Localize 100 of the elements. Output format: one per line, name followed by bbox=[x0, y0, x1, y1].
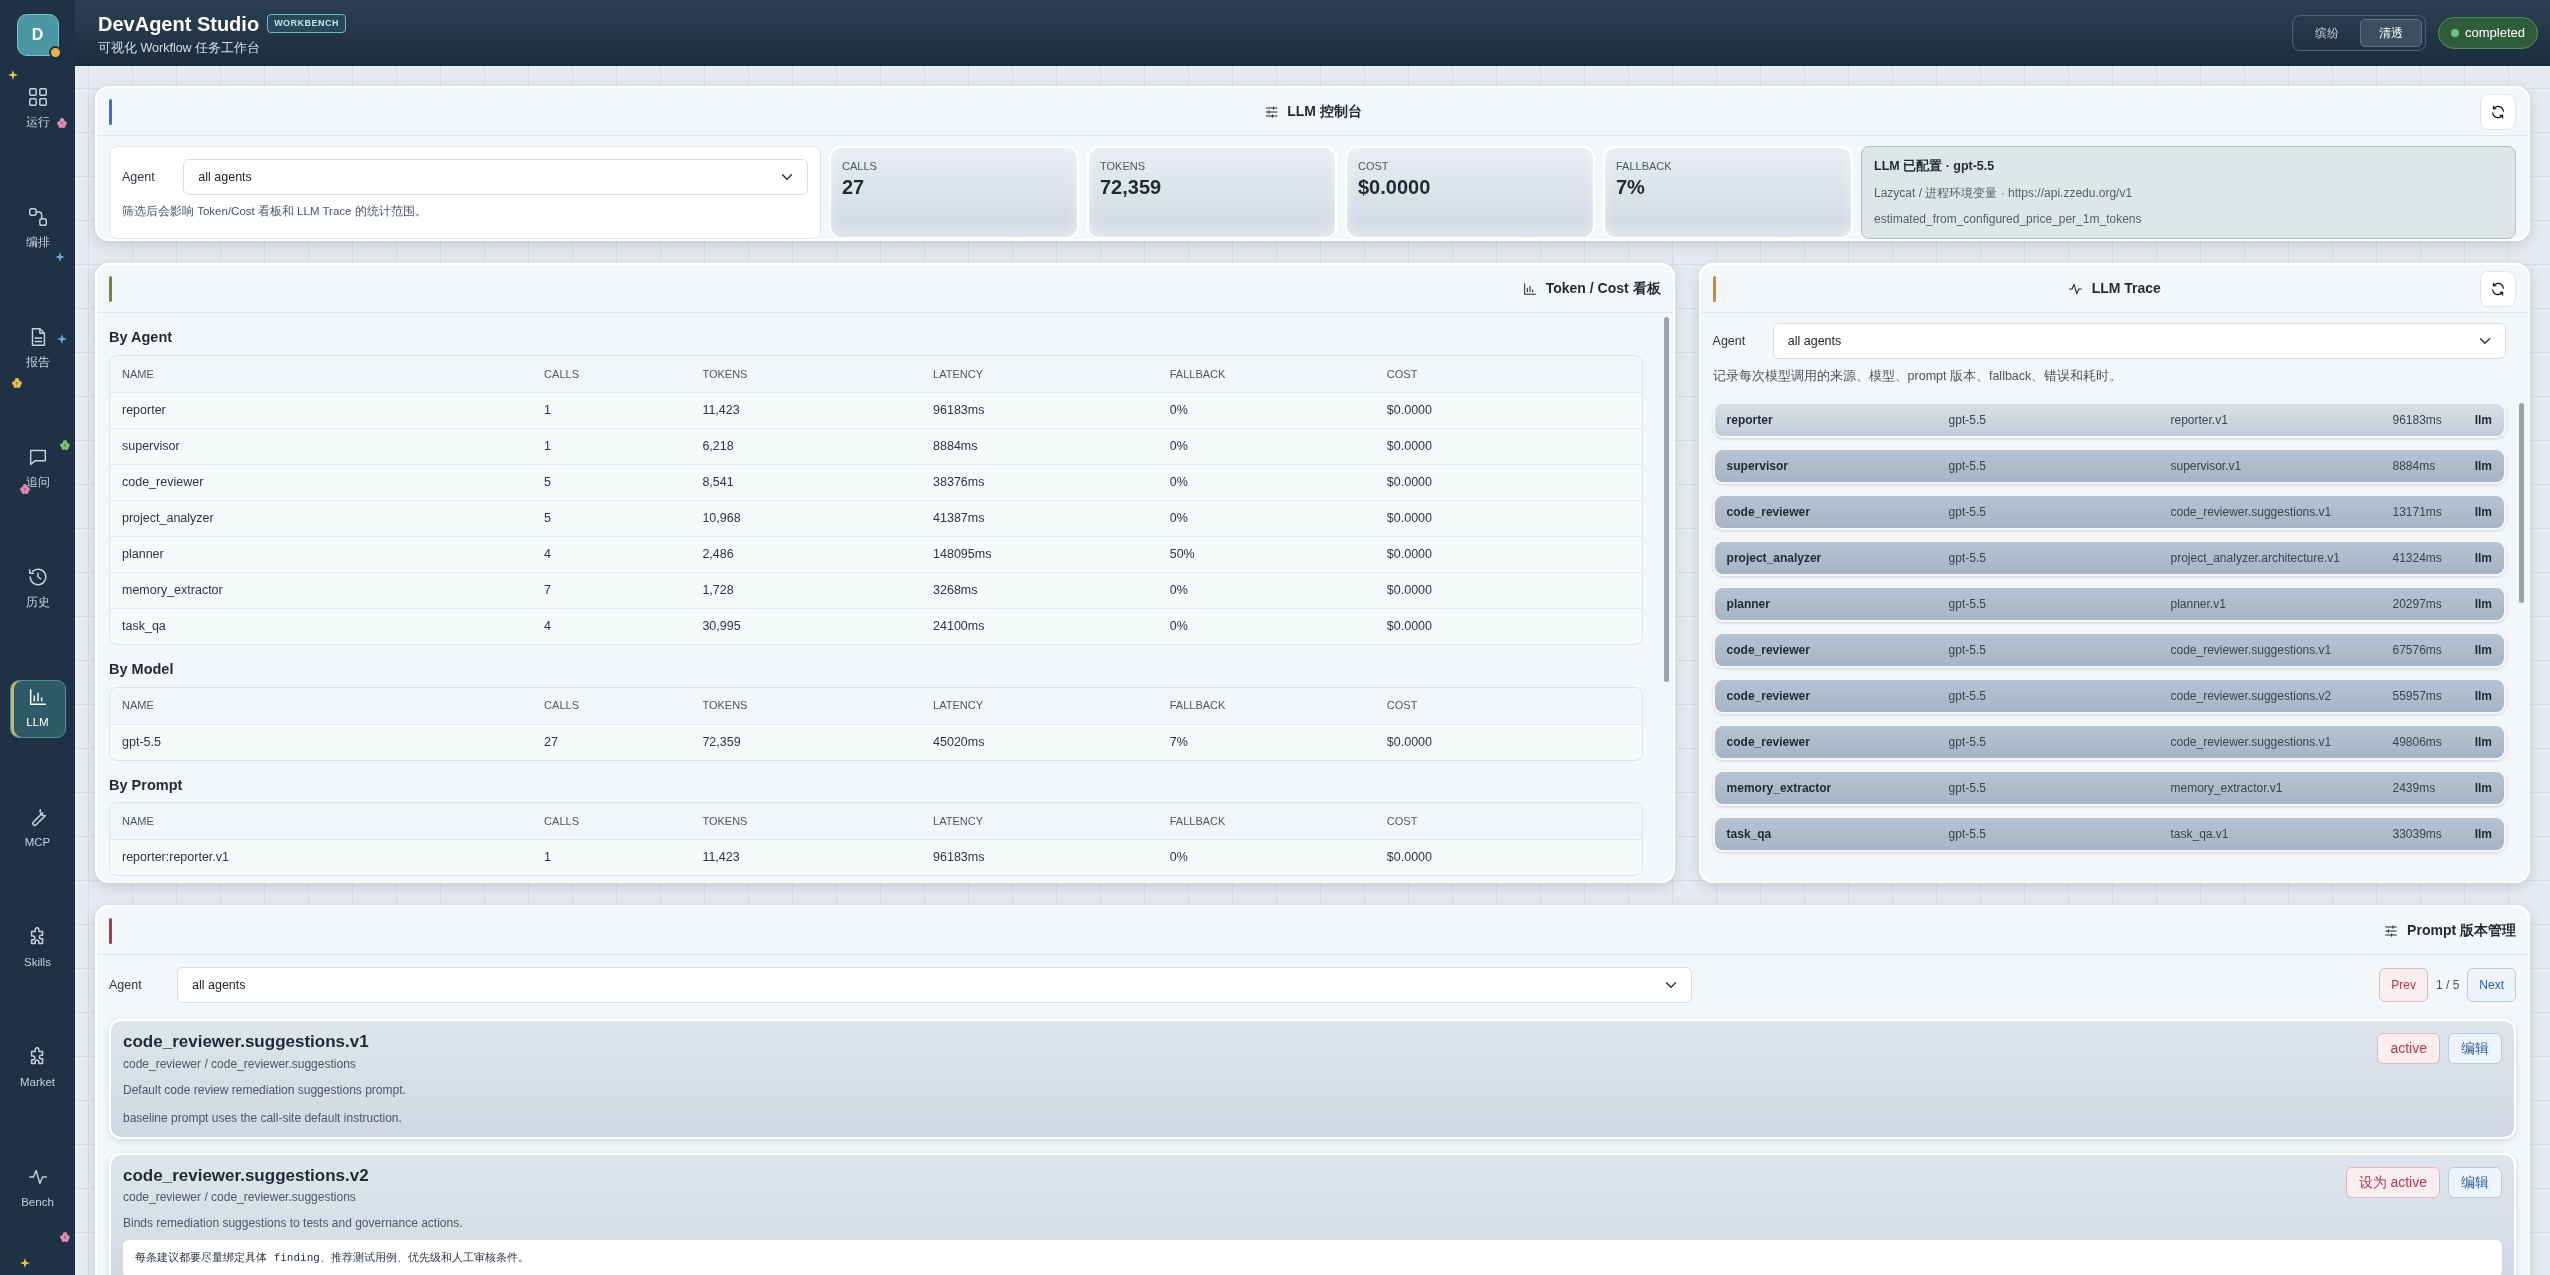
table-cell-text: 50% bbox=[1169, 545, 1196, 563]
grid-icon bbox=[26, 86, 49, 109]
flower-icon bbox=[60, 440, 70, 450]
edit-button[interactable]: 编辑 bbox=[2448, 1166, 2502, 1198]
table-cell-text: 96183ms bbox=[933, 849, 986, 867]
page-indicator: 1 / 5 bbox=[2435, 977, 2460, 994]
nodes-icon bbox=[26, 206, 49, 229]
column-header: TOKENS bbox=[702, 366, 749, 382]
table-cell-text: $0.0000 bbox=[1386, 509, 1433, 527]
flower-icon bbox=[57, 118, 67, 128]
prev-button[interactable]: Prev bbox=[2379, 968, 2428, 1002]
trace-row[interactable]: code_reviewer gpt-5.5 code_reviewer.suggestions.v1 67576ms llm bbox=[1712, 631, 2506, 668]
prompt-note: baseline prompt uses the call-site default instruction. bbox=[123, 1109, 403, 1127]
edit-button[interactable]: 编辑 bbox=[2448, 1033, 2502, 1064]
theme-option[interactable]: 缤纷 bbox=[2296, 19, 2358, 47]
table-cell-text: 5 bbox=[544, 509, 553, 527]
app-subtitle: 可视化 Workflow 任务工作台 bbox=[98, 39, 262, 57]
table-cell-text: $0.0000 bbox=[1386, 437, 1433, 455]
table-cell-text: $0.0000 bbox=[1386, 617, 1433, 635]
scrollbar-thumb[interactable] bbox=[2519, 403, 2524, 603]
accent-bar bbox=[109, 275, 112, 302]
scrollbar-thumb[interactable] bbox=[1663, 317, 1669, 682]
table-cell-text: planner bbox=[122, 545, 165, 563]
table-cell-text: 11,423 bbox=[702, 401, 741, 419]
trace-hint: 记录每次模型调用的来源、模型、prompt 版本、fallback、错误和耗时。 bbox=[1712, 368, 2124, 385]
table-cell-text: 8,541 bbox=[702, 473, 735, 491]
table-cell-text: 24100ms bbox=[933, 617, 986, 635]
panel-title: LLM 控制台 bbox=[1287, 102, 1362, 121]
table-cell-text: 1 bbox=[544, 849, 553, 867]
trace-row[interactable]: supervisor gpt-5.5 supervisor.v1 8884ms llm bbox=[1712, 447, 2506, 484]
table-cell-text: 1 bbox=[544, 401, 553, 419]
trace-row[interactable]: planner gpt-5.5 planner.v1 20297ms llm bbox=[1712, 585, 2506, 622]
refresh-icon bbox=[2490, 103, 2506, 120]
panel-title: Token / Cost 看板 bbox=[1545, 279, 1661, 298]
prompt-path: code_reviewer / code_reviewer.suggestions bbox=[123, 1189, 357, 1206]
filter-label: Agent bbox=[122, 168, 156, 186]
table-cell-text: 72,359 bbox=[702, 733, 742, 751]
stat-label: TOKENS bbox=[1100, 159, 1147, 174]
stat-label: COST bbox=[1358, 159, 1390, 174]
table-cell-text: 6,218 bbox=[702, 437, 735, 455]
sidebar-item[interactable]: MCP bbox=[9, 800, 66, 858]
sidebar-item[interactable]: Bench bbox=[9, 1160, 66, 1218]
column-header: TOKENS bbox=[702, 698, 749, 714]
sidebar-item[interactable]: 运行 bbox=[9, 80, 66, 138]
prompt-text: 每条建议都要尽量绑定具体 finding、推荐测试用例、优先级和人工审核条件。 bbox=[123, 1240, 2502, 1275]
table-cell-text: code_reviewer bbox=[122, 473, 205, 491]
agent-select[interactable]: all agents bbox=[183, 159, 808, 195]
avatar-initial: D bbox=[31, 25, 44, 45]
agent-select[interactable]: all agents bbox=[1772, 323, 2506, 359]
trace-row[interactable]: project_analyzer gpt-5.5 project_analyzer.architecture.v1 41324ms llm bbox=[1712, 539, 2506, 576]
stat-value: $0.0000 bbox=[1358, 174, 1432, 199]
sidebar-item[interactable]: 追问 bbox=[9, 440, 66, 498]
bar-chart-icon bbox=[1521, 280, 1538, 297]
sidebar-item[interactable]: Market bbox=[9, 1040, 66, 1098]
sidebar-item[interactable]: LLM bbox=[9, 680, 66, 738]
table-cell-text: 148095ms bbox=[933, 545, 993, 563]
column-header: LATENCY bbox=[933, 366, 984, 382]
column-header: CALLS bbox=[544, 814, 580, 829]
table-cell-text: 8884ms bbox=[933, 437, 979, 455]
table-cell-text: 0% bbox=[1169, 581, 1189, 599]
trace-row[interactable]: code_reviewer gpt-5.5 code_reviewer.suggestions.v2 55957ms llm bbox=[1712, 677, 2506, 714]
history-icon bbox=[26, 566, 49, 589]
activate-button[interactable]: active bbox=[2377, 1033, 2440, 1064]
trace-row[interactable]: code_reviewer gpt-5.5 code_reviewer.suggestions.v1 13171ms llm bbox=[1712, 493, 2506, 530]
table-cell-text: reporter bbox=[122, 401, 167, 419]
trace-row[interactable]: code_reviewer gpt-5.5 code_reviewer.suggestions.v1 49806ms llm bbox=[1712, 723, 2506, 760]
panel-title: Prompt 版本管理 bbox=[2407, 921, 2516, 940]
activate-button[interactable]: 设为 active bbox=[2345, 1166, 2440, 1198]
column-header: NAME bbox=[122, 366, 155, 382]
table-cell-text: gpt-5.5 bbox=[122, 733, 162, 751]
sidebar-item[interactable]: 历史 bbox=[9, 560, 66, 618]
column-header: FALLBACK bbox=[1169, 814, 1227, 829]
accent-bar bbox=[1712, 275, 1716, 302]
refresh-button[interactable] bbox=[2480, 270, 2516, 307]
trace-row[interactable]: task_qa gpt-5.5 task_qa.v1 33039ms llm bbox=[1712, 815, 2506, 852]
stat-value: 72,359 bbox=[1100, 174, 1163, 199]
accent-bar bbox=[109, 98, 112, 125]
stat-label: CALLS bbox=[842, 159, 878, 174]
table-cell-text: memory_extractor bbox=[122, 581, 224, 599]
trace-row[interactable]: reporter gpt-5.5 reporter.v1 96183ms llm bbox=[1712, 401, 2506, 438]
sparkle-icon bbox=[55, 252, 65, 262]
workbench-tag: WORKBENCH bbox=[267, 13, 347, 34]
theme-option[interactable]: 清透 bbox=[2360, 19, 2422, 47]
refresh-icon bbox=[2490, 280, 2506, 297]
table-cell-text: 45020ms bbox=[933, 733, 986, 751]
table-cell-text: 1,728 bbox=[702, 581, 735, 599]
sidebar-item[interactable]: 报告 bbox=[9, 320, 66, 378]
agent-select[interactable]: all agents bbox=[177, 967, 1692, 1003]
refresh-button[interactable] bbox=[2480, 93, 2516, 130]
sliders-icon bbox=[2383, 922, 2400, 939]
column-header: COST bbox=[1386, 814, 1419, 829]
table-cell-text: 41387ms bbox=[933, 509, 986, 527]
next-button[interactable]: Next bbox=[2467, 968, 2516, 1002]
table-cell-text: project_analyzer bbox=[122, 509, 215, 527]
table-cell-text: 7% bbox=[1169, 733, 1189, 751]
sidebar-item[interactable]: 编排 bbox=[9, 200, 66, 258]
trace-row[interactable]: memory_extractor gpt-5.5 memory_extractor.v1 2439ms llm bbox=[1712, 769, 2506, 806]
column-header: FALLBACK bbox=[1169, 698, 1227, 714]
sidebar-item[interactable]: Skills bbox=[9, 920, 66, 978]
table-cell-text: $0.0000 bbox=[1386, 473, 1433, 491]
